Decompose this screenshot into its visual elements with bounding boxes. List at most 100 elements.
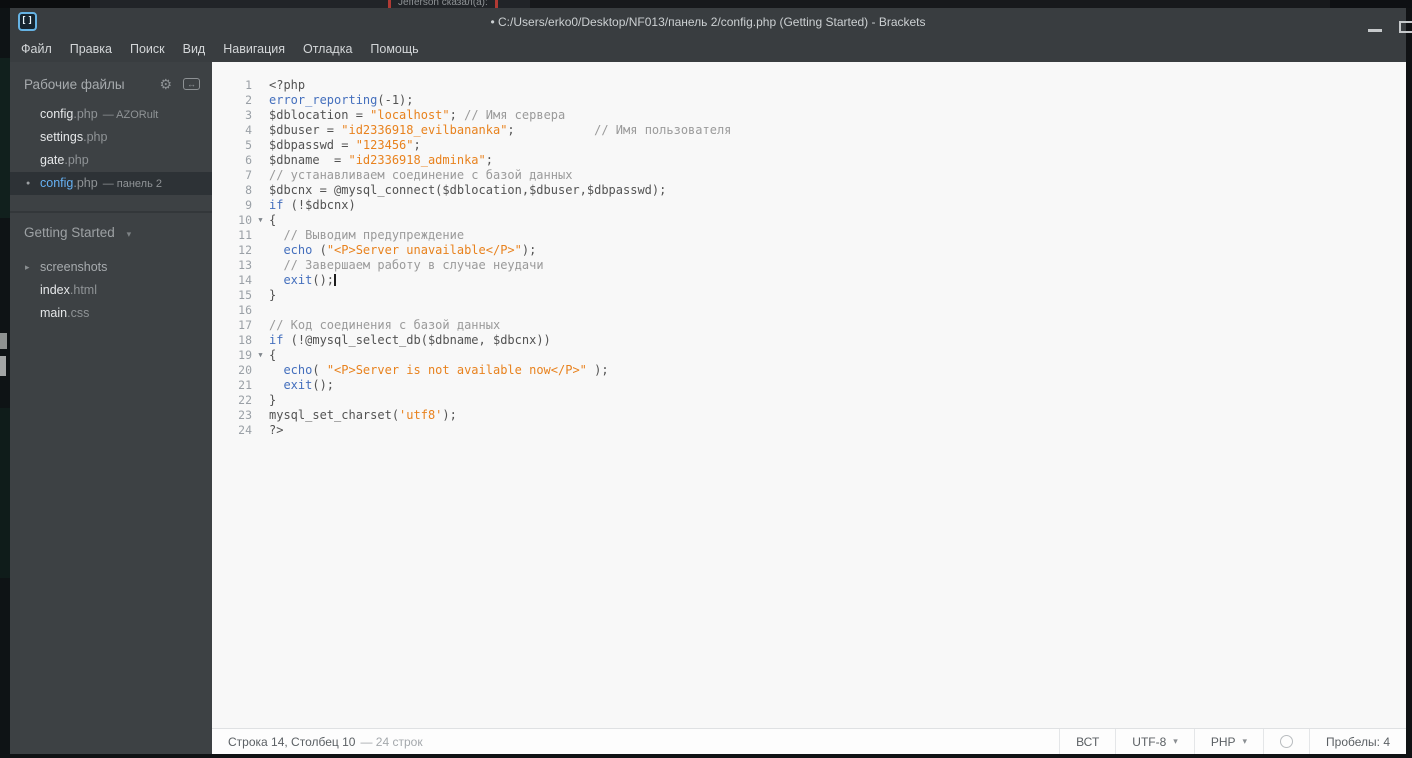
line-number[interactable]: 3 bbox=[212, 108, 252, 123]
line-number[interactable]: 22 bbox=[212, 393, 252, 408]
project-header[interactable]: Getting Started ▾ bbox=[10, 225, 212, 240]
code-line[interactable]: 17 // Код соединения с базой данных bbox=[212, 318, 1406, 333]
indentation-setting[interactable]: Пробелы: 4 bbox=[1309, 729, 1406, 754]
line-number[interactable]: 9 bbox=[212, 198, 252, 213]
line-number[interactable]: 20 bbox=[212, 363, 252, 378]
code-line[interactable]: 18 if (!@mysql_select_db($dbname, $dbcnx… bbox=[212, 333, 1406, 348]
line-number[interactable]: 10 bbox=[212, 213, 252, 228]
line-number[interactable]: 21 bbox=[212, 378, 252, 393]
lint-status[interactable] bbox=[1263, 729, 1309, 754]
main-area: Рабочие файлы ⚙ ↔ ● config.php— AZORult … bbox=[10, 62, 1406, 754]
fold-arrow-icon[interactable] bbox=[252, 123, 269, 138]
fold-arrow-icon[interactable] bbox=[252, 78, 269, 93]
fold-arrow-icon[interactable] bbox=[252, 153, 269, 168]
fold-arrow-icon[interactable] bbox=[252, 333, 269, 348]
tree-item[interactable]: ▸ main.css bbox=[10, 302, 212, 325]
line-number[interactable]: 18 bbox=[212, 333, 252, 348]
code-line[interactable]: 6 $dbname = "id2336918_adminka"; bbox=[212, 153, 1406, 168]
line-number[interactable]: 7 bbox=[212, 168, 252, 183]
line-number[interactable]: 13 bbox=[212, 258, 252, 273]
line-number[interactable]: 24 bbox=[212, 423, 252, 438]
fold-arrow-icon[interactable] bbox=[252, 378, 269, 393]
line-number[interactable]: 11 bbox=[212, 228, 252, 243]
line-number[interactable]: 6 bbox=[212, 153, 252, 168]
minimize-button[interactable] bbox=[1368, 29, 1382, 32]
working-file-item[interactable]: ● config.php — панель 2 bbox=[10, 172, 212, 195]
code-line[interactable]: 1 <?php bbox=[212, 78, 1406, 93]
overwrite-indicator[interactable]: ВСТ bbox=[1059, 729, 1115, 754]
working-file-item[interactable]: ● config.php— AZORult bbox=[10, 103, 212, 126]
line-number[interactable]: 12 bbox=[212, 243, 252, 258]
code-line[interactable]: 7 // устанавливаем соединение с базой да… bbox=[212, 168, 1406, 183]
working-file-item[interactable]: ● settings.php bbox=[10, 126, 212, 149]
line-number[interactable]: 19 bbox=[212, 348, 252, 363]
line-number[interactable]: 23 bbox=[212, 408, 252, 423]
line-number[interactable]: 16 bbox=[212, 303, 252, 318]
fold-arrow-icon[interactable] bbox=[252, 243, 269, 258]
line-number[interactable]: 17 bbox=[212, 318, 252, 333]
menu-item[interactable]: Поиск bbox=[122, 38, 173, 60]
tree-item[interactable]: ▸ screenshots bbox=[10, 256, 212, 279]
menu-item[interactable]: Помощь bbox=[362, 38, 426, 60]
code-line[interactable]: 4 $dbuser = "id2336918_evilbananka"; // … bbox=[212, 123, 1406, 138]
code-line[interactable]: 23 mysql_set_charset('utf8'); bbox=[212, 408, 1406, 423]
fold-arrow-icon[interactable] bbox=[252, 393, 269, 408]
code-line[interactable]: 20 echo( "<P>Server is not available now… bbox=[212, 363, 1406, 378]
code-line[interactable]: 22 } bbox=[212, 393, 1406, 408]
line-number[interactable]: 14 bbox=[212, 273, 252, 288]
fold-arrow-icon[interactable] bbox=[252, 198, 269, 213]
fold-arrow-icon[interactable] bbox=[252, 363, 269, 378]
fold-arrow-icon[interactable] bbox=[252, 273, 269, 288]
code-line[interactable]: 2 error_reporting(-1); bbox=[212, 93, 1406, 108]
line-number[interactable]: 8 bbox=[212, 183, 252, 198]
maximize-button[interactable] bbox=[1399, 21, 1412, 33]
code-line[interactable]: 16 bbox=[212, 303, 1406, 318]
code-line[interactable]: 21 exit(); bbox=[212, 378, 1406, 393]
code-line[interactable]: 14 exit(); bbox=[212, 273, 1406, 288]
fold-arrow-icon[interactable] bbox=[252, 408, 269, 423]
code-line[interactable]: 12 echo ("<P>Server unavailable</P>"); bbox=[212, 243, 1406, 258]
code-line[interactable]: 5 $dbpasswd = "123456"; bbox=[212, 138, 1406, 153]
fold-arrow-icon[interactable]: ▼ bbox=[252, 348, 269, 363]
working-file-item[interactable]: ● gate.php bbox=[10, 149, 212, 172]
fold-arrow-icon[interactable] bbox=[252, 93, 269, 108]
code-line[interactable]: 11 // Выводим предупреждение bbox=[212, 228, 1406, 243]
code-line[interactable]: 9 if (!$dbcnx) bbox=[212, 198, 1406, 213]
fold-arrow-icon[interactable] bbox=[252, 183, 269, 198]
line-number[interactable]: 15 bbox=[212, 288, 252, 303]
fold-arrow-icon[interactable] bbox=[252, 258, 269, 273]
code-line[interactable]: 19 ▼ { bbox=[212, 348, 1406, 363]
fold-arrow-icon[interactable] bbox=[252, 288, 269, 303]
menu-item[interactable]: Вид bbox=[175, 38, 214, 60]
split-view-icon[interactable]: ↔ bbox=[183, 78, 200, 90]
fold-arrow-icon[interactable] bbox=[252, 423, 269, 438]
code-line[interactable]: 24 ?> bbox=[212, 423, 1406, 438]
fold-arrow-icon[interactable] bbox=[252, 318, 269, 333]
fold-arrow-icon[interactable] bbox=[252, 138, 269, 153]
line-number[interactable]: 5 bbox=[212, 138, 252, 153]
menu-item[interactable]: Файл bbox=[13, 38, 60, 60]
code-line[interactable]: 13 // Завершаем работу в случае неудачи bbox=[212, 258, 1406, 273]
title-bar[interactable]: [] • C:/Users/erko0/Desktop/NF013/панель… bbox=[10, 8, 1412, 36]
fold-arrow-icon[interactable] bbox=[252, 228, 269, 243]
menu-item[interactable]: Навигация bbox=[215, 38, 293, 60]
code-line[interactable]: 15 } bbox=[212, 288, 1406, 303]
code-line[interactable]: 3 $dblocation = "localhost"; // Имя серв… bbox=[212, 108, 1406, 123]
language-selector[interactable]: PHP ▾ bbox=[1193, 729, 1263, 754]
code-line[interactable]: 10 ▼ { bbox=[212, 213, 1406, 228]
fold-arrow-icon[interactable] bbox=[252, 108, 269, 123]
fold-arrow-icon[interactable] bbox=[252, 168, 269, 183]
fold-arrow-icon[interactable]: ▼ bbox=[252, 213, 269, 228]
menu-item[interactable]: Правка bbox=[62, 38, 120, 60]
line-number[interactable]: 4 bbox=[212, 123, 252, 138]
line-number[interactable]: 1 bbox=[212, 78, 252, 93]
menu-item[interactable]: Отладка bbox=[295, 38, 360, 60]
encoding-selector[interactable]: UTF-8 ▾ bbox=[1115, 729, 1194, 754]
fold-arrow-icon[interactable] bbox=[252, 303, 269, 318]
tree-item[interactable]: ▸ index.html bbox=[10, 279, 212, 302]
code-line[interactable]: 8 $dbcnx = @mysql_connect($dblocation,$d… bbox=[212, 183, 1406, 198]
gear-icon[interactable]: ⚙ bbox=[159, 77, 172, 91]
working-files-list: ● config.php— AZORult ● settings.php ● g… bbox=[10, 103, 212, 195]
code-editor[interactable]: 1 <?php 2 error_reporting(-1); 3 $dbloca… bbox=[212, 62, 1406, 728]
line-number[interactable]: 2 bbox=[212, 93, 252, 108]
